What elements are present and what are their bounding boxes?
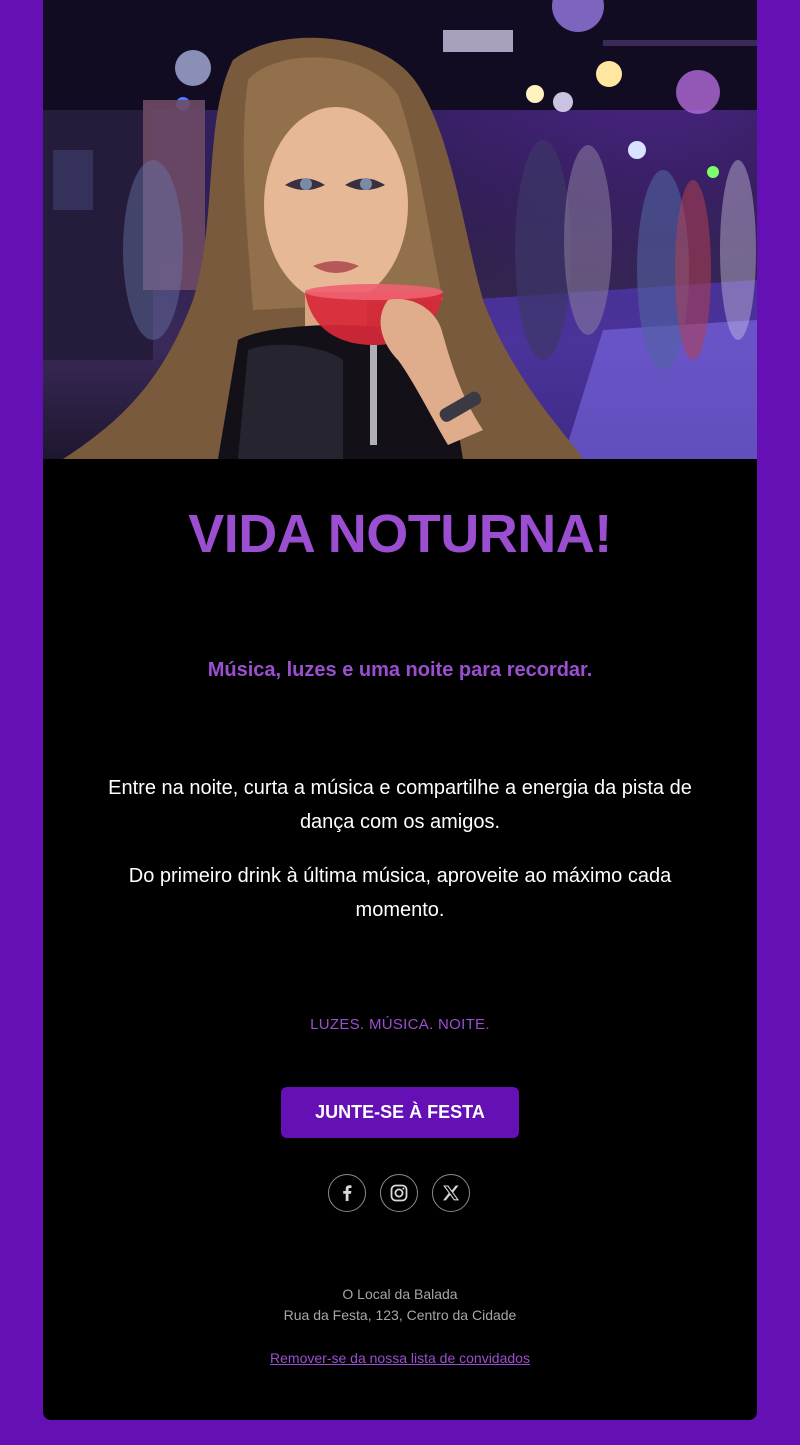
tagline: LUZES. MÚSICA. NOITE. <box>310 1016 490 1033</box>
facebook-icon[interactable] <box>328 1174 366 1212</box>
unsubscribe-link[interactable]: Remover-se da nossa lista de convidados <box>270 1350 530 1366</box>
unsubscribe: Remover-se da nossa lista de convidados <box>43 1348 757 1368</box>
hero-image <box>43 0 757 459</box>
social-links <box>328 1174 472 1212</box>
venue-address: Rua da Festa, 123, Centro da Cidade <box>283 1307 517 1323</box>
body-paragraph: Do primeiro drink à última música, aprov… <box>128 865 672 921</box>
join-party-button[interactable]: JUNTE-SE À FESTA <box>281 1087 519 1138</box>
body-paragraph: Entre na noite, curta a música e compart… <box>108 777 692 833</box>
venue-info: O Local da Balada Rua da Festa, 123, Cen… <box>43 1284 757 1326</box>
x-icon[interactable] <box>432 1174 470 1212</box>
subtitle: Música, luzes e uma noite para recordar. <box>207 659 593 681</box>
email-card: VIDA NOTURNA! Música, luzes e uma noite … <box>43 0 757 1420</box>
instagram-icon[interactable] <box>380 1174 418 1212</box>
venue-name: O Local da Balada <box>342 1286 458 1302</box>
headline: VIDA NOTURNA! <box>188 504 612 564</box>
